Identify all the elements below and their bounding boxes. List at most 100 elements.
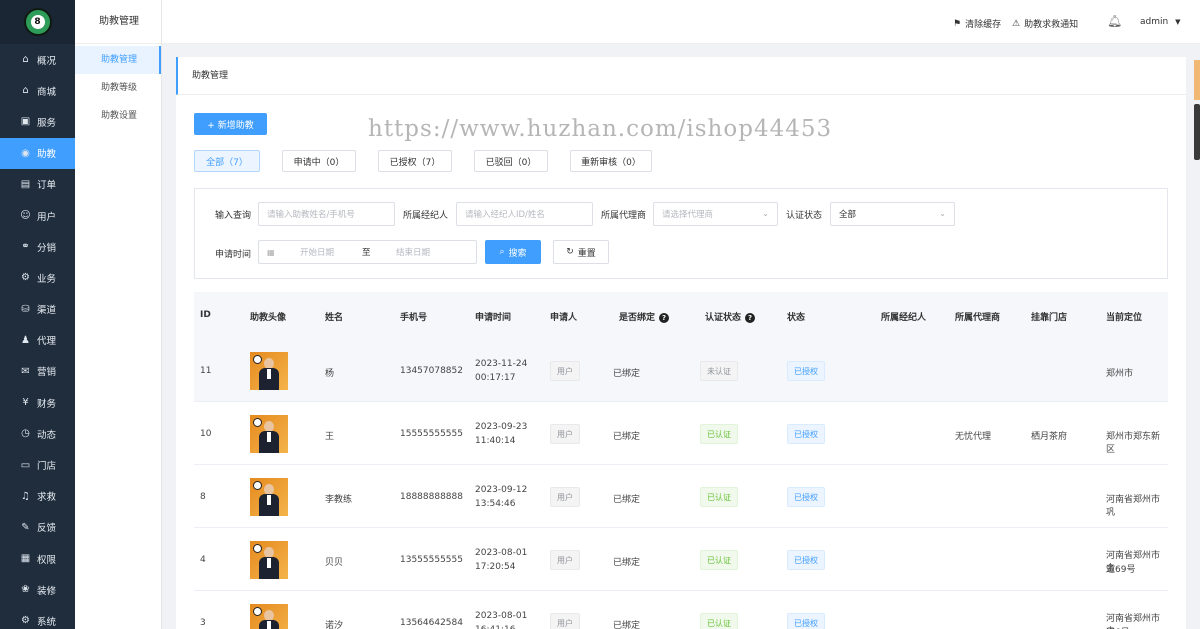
agent-select-placeholder: 请选择代理商 — [662, 210, 714, 220]
nav-item-0[interactable]: ⌂ 概况 — [0, 44, 75, 75]
column-header: 所属经纪人 — [881, 310, 926, 323]
nav-item-label: 商城 — [37, 86, 57, 98]
column-header-label: 当前定位 — [1106, 313, 1143, 323]
finance-icon: ¥ — [22, 397, 29, 409]
add-assistant-button[interactable]: + 新增助教 — [194, 113, 267, 135]
status-badge: 已授权 — [787, 613, 825, 629]
nav-item-label: 门店 — [37, 461, 57, 473]
assistant-icon: ◉ — [21, 147, 30, 159]
nav-item-13[interactable]: ▭ 门店 — [0, 449, 75, 480]
clear-cache-link[interactable]: ⚑ 清除缓存 — [953, 17, 1001, 31]
row-bound-status: 已绑定 — [613, 495, 641, 505]
nav-item-12[interactable]: ◷ 动态 — [0, 418, 75, 449]
table-row[interactable]: 4 贝贝 13555555555 2023-08-01 17:20:54 用户 已绑定 已认证… — [194, 528, 1168, 591]
table-row[interactable]: 11 杨 13457078852 2023-11-24 00:17:17 用户 已绑定 未认证… — [194, 339, 1168, 402]
search-button[interactable]: ⌕ 搜索 — [485, 240, 541, 264]
row-phone: 15555555555 — [400, 429, 463, 439]
row-location: 郑州市 — [1106, 369, 1134, 379]
column-header: 申请人 — [550, 310, 577, 323]
row-id: 11 — [200, 366, 212, 376]
sub-nav-item-2[interactable]: 助教设置 — [75, 102, 161, 130]
tab-3[interactable]: 已驳回（0） — [474, 150, 548, 172]
row-name: 王 — [325, 432, 335, 442]
sos-icon: ♫ — [21, 490, 30, 502]
agent-select[interactable]: 请选择代理商 ⌄ — [653, 202, 778, 226]
table-row[interactable]: 3 诺汐 13564642584 2023-08-01 16:41:16 用户已绑定 已认证… — [194, 591, 1168, 629]
nav-item-label: 服务 — [37, 117, 57, 129]
calendar-icon: ▦ — [267, 247, 275, 257]
start-date-input[interactable]: 开始日期 — [300, 246, 334, 258]
applicant-badge: 用户 — [550, 613, 580, 629]
tab-1[interactable]: 申请中（0） — [282, 150, 356, 172]
nav-item-16[interactable]: ▦ 权限 — [0, 543, 75, 574]
nav-item-10[interactable]: ✉ 营销 — [0, 356, 75, 387]
avatar-part — [267, 369, 271, 379]
search-icon: ⌕ — [499, 247, 505, 257]
decor-icon: ❀ — [21, 584, 30, 596]
brand-logo[interactable]: 8 — [0, 0, 75, 44]
nav-item-11[interactable]: ¥ 财务 — [0, 387, 75, 418]
table-row[interactable]: 10 王 15555555555 2023-09-23 11:40:14 用户 已绑定 已认证… — [194, 402, 1168, 465]
agent-label: 所属代理商 — [601, 211, 647, 221]
permission-icon: ▦ — [20, 553, 31, 565]
nav-item-15[interactable]: ✎ 反馈 — [0, 512, 75, 543]
avatar-part — [253, 418, 262, 427]
nav-item-18[interactable]: ⚙ 系统 — [0, 605, 75, 629]
sub-nav-item-0[interactable]: 助教管理 — [75, 46, 161, 74]
column-header: 所属代理商 — [955, 310, 1000, 323]
row-location-line2: 段6号 — [1106, 625, 1130, 629]
column-header: 是否绑定? — [619, 310, 670, 323]
status-badge: 已授权 — [787, 487, 825, 507]
row-apply-date: 2023-09-12 — [475, 485, 528, 495]
nav-item-9[interactable]: ♟ 代理 — [0, 325, 75, 356]
column-header-label: 姓名 — [325, 313, 344, 323]
tab-0[interactable]: 全部（7） — [194, 150, 260, 172]
applicant-badge: 用户 — [550, 424, 580, 444]
channel-icon: ⛁ — [21, 303, 30, 315]
sub-nav-item-1[interactable]: 助教等级 — [75, 74, 161, 102]
help-icon[interactable]: ? — [659, 313, 670, 323]
column-header: ID — [200, 310, 211, 320]
nav-item-1[interactable]: ⌂ 商城 — [0, 75, 75, 106]
nav-item-2[interactable]: ▣ 服务 — [0, 106, 75, 137]
nav-item-6[interactable]: ⚭ 分销 — [0, 231, 75, 262]
help-icon[interactable]: ? — [745, 313, 756, 323]
column-header: 挂靠门店 — [1031, 310, 1067, 323]
nav-item-5[interactable]: ☺ 用户 — [0, 200, 75, 231]
nav-item-14[interactable]: ♫ 求救 — [0, 481, 75, 512]
row-agent: 无忧代理 — [955, 432, 992, 442]
nav-item-17[interactable]: ❀ 装修 — [0, 574, 75, 605]
column-header-label: 助教头像 — [250, 313, 287, 323]
broker-input[interactable]: 请输入经纪人ID/姓名 — [456, 202, 593, 226]
bell-icon[interactable]: 🔔︎ — [1107, 14, 1122, 28]
agent-icon: ♟ — [21, 334, 30, 346]
query-input[interactable]: 请输入助教姓名/手机号 — [258, 202, 395, 226]
tab-4[interactable]: 重新审核（0） — [570, 150, 652, 172]
nav-item-8[interactable]: ⛁ 渠道 — [0, 294, 75, 325]
tab-2[interactable]: 已授权（7） — [378, 150, 452, 172]
avatar — [250, 415, 288, 453]
user-menu[interactable]: admin ▼ — [1140, 17, 1180, 27]
nav-item-4[interactable]: ▤ 订单 — [0, 169, 75, 200]
status-tabs: 全部（7） 申请中（0） 已授权（7） 已驳回（0） 重新审核（0） — [194, 150, 674, 172]
end-date-input[interactable]: 结束日期 — [396, 246, 430, 258]
row-name: 诺汐 — [325, 621, 344, 629]
nav-item-label: 订单 — [37, 180, 57, 192]
rescue-notice-link[interactable]: ⚠ 助教求救通知 — [1012, 17, 1078, 31]
nav-item-3[interactable]: ◉ 助教 — [0, 137, 75, 169]
assistant-table: ID 助教头像 姓名 手机号 申请时间 申请人 是否绑定? 认证状态? 状态 所属经纪人 所属代理商… — [194, 292, 1168, 629]
cert-status-badge: 已认证 — [700, 424, 738, 444]
nav-item-7[interactable]: ⚙ 业务 — [0, 262, 75, 293]
billiard-ball-icon: 8 — [23, 8, 52, 36]
broker-label: 所属经纪人 — [403, 211, 449, 221]
reset-button[interactable]: ↻ 重置 — [553, 240, 609, 264]
cert-select[interactable]: 全部 ⌄ — [830, 202, 955, 226]
row-location-line2: 道69号 — [1106, 565, 1136, 575]
row-apply-time: 17:20:54 — [475, 562, 516, 572]
table-row[interactable]: 8 李教练 18888888888 2023-09-12 13:54:46 用户 已绑定 已认… — [194, 465, 1168, 528]
scrollbar-thumb[interactable] — [1194, 104, 1200, 160]
column-header-label: ID — [200, 310, 211, 320]
date-range-picker[interactable]: ▦ 开始日期 至 结束日期 — [258, 240, 477, 264]
avatar-part — [253, 355, 262, 364]
row-location: 郑州市郑东新区 — [1106, 432, 1161, 455]
